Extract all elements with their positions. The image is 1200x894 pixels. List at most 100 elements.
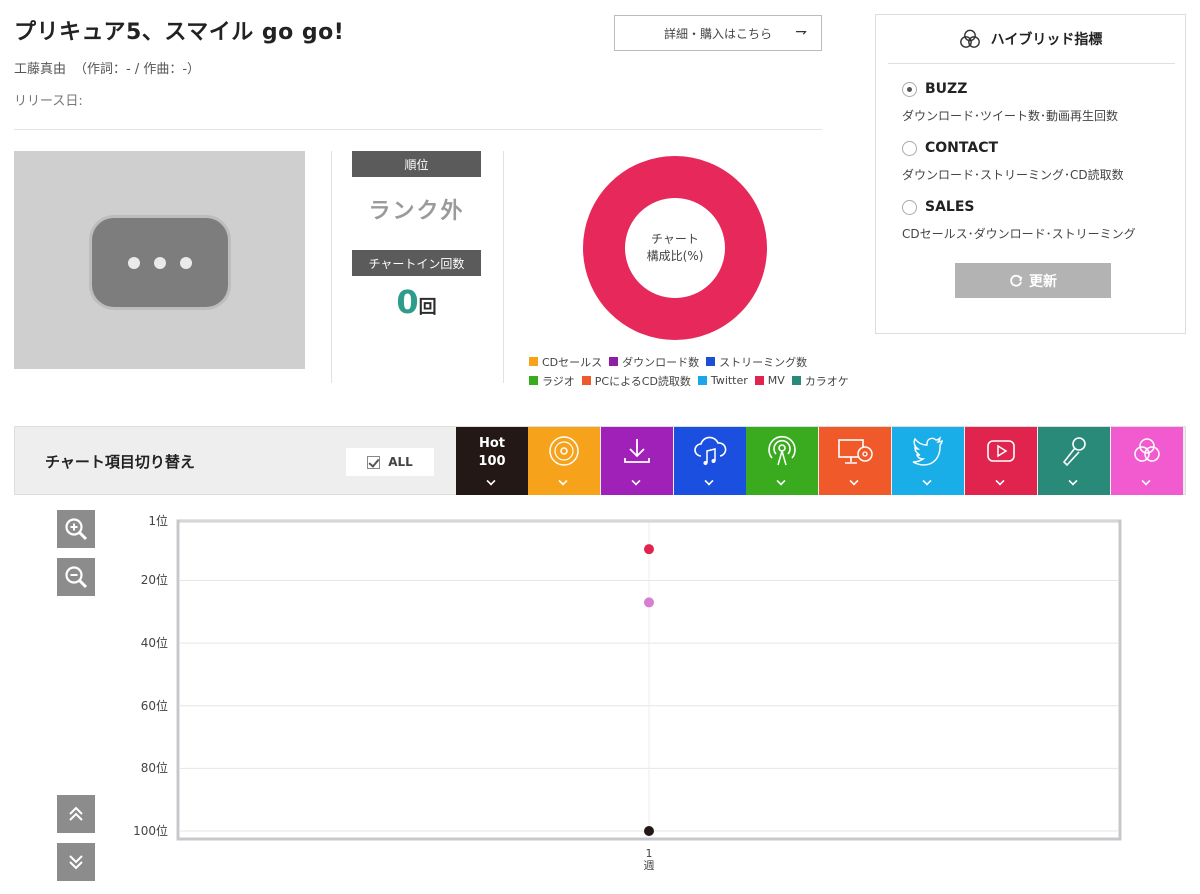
triple-circle-icon [1134,438,1160,462]
data-point[interactable] [644,826,654,836]
tab-twitter[interactable] [892,427,964,495]
radio-button[interactable] [902,199,917,215]
tab-hybrid[interactable] [1111,427,1183,495]
tab-pc-cd-read[interactable] [819,427,891,495]
rank-value: ランク外 [368,199,465,224]
chart-in-unit: 回 [418,297,437,318]
y-tick-label: 20位 [140,573,168,588]
legend-label: ダウンロード数 [622,355,700,369]
microphone-icon [1062,437,1086,467]
artist-line: 工藤真由 （作詞：- / 作曲：-） [14,58,200,77]
legend-item: ラジオ [529,373,575,389]
y-tick-label: 60位 [140,698,168,713]
tab-cd-sales[interactable] [528,427,600,495]
legend-row: CDセールス ダウンロード数 ストリーミング数 [529,352,849,371]
triple-circle-icon [959,29,980,48]
legend-item: カラオケ [791,373,849,389]
buy-button[interactable]: 詳細・購入はこちら ⇁ [614,15,822,51]
y-tick-label: 1位 [148,514,168,528]
legend-label: CDセールス [542,355,603,369]
buy-button-label: 詳細・購入はこちら [663,26,772,41]
radio-label-contact: CONTACT [925,140,999,156]
video-thumbnail[interactable] [14,151,305,369]
hot-line1: Hot [478,436,505,451]
legend-row: ラジオ PCによるCD読取数 Twitter MV カラオケ [529,371,849,390]
chevron-down-icon [558,476,568,486]
legend-swatch [697,376,707,385]
radio-button[interactable] [902,140,917,156]
legend-item: Twitter [697,374,748,387]
donut-center-text: チャート 構成比(%) [582,155,768,341]
legend-label: PCによるCD読取数 [594,374,691,388]
donut-center-line2: 構成比(%) [646,249,704,263]
twitter-bird-icon [912,436,943,466]
legend-swatch [706,357,716,366]
legend-swatch [791,376,801,385]
legend-item: ダウンロード数 [609,354,699,370]
tab-streaming[interactable] [674,427,746,495]
radio-desc-contact: ダウンロード･ストリーミング･CD読取数 [902,168,1124,182]
legend-item: PCによるCD読取数 [581,373,691,389]
data-point[interactable] [644,544,654,555]
cloud-music-icon [694,436,727,465]
legend-swatch [754,376,764,385]
tab-hot100[interactable]: Hot 100 [456,427,528,495]
refresh-icon [1010,274,1023,287]
refresh-label: 更新 [1029,273,1057,290]
legend-swatch [609,357,619,366]
y-tick-label: 100位 [133,824,168,838]
artist-name[interactable]: 工藤真由 [14,62,66,77]
chevron-down-icon [776,476,786,486]
play-video-icon [987,440,1015,462]
chevron-down-icon [704,476,714,486]
legend-label: ラジオ [542,374,575,388]
chevron-down-icon [1141,476,1151,486]
radio-button[interactable] [902,81,917,97]
radio-label-buzz: BUZZ [925,81,968,97]
rank-label: 順位 [352,151,481,177]
arrow-right-icon: ⇁ [795,24,807,40]
radio-sales[interactable]: SALES [902,199,975,215]
hybrid-header: ハイブリッド指標 [876,15,1185,63]
y-tick-label: 40位 [140,636,168,651]
legend-item: ストリーミング数 [706,354,807,370]
y-tick-label: 80位 [140,761,168,776]
donut-center-line1: チャート [651,232,699,246]
tab-karaoke[interactable] [1038,427,1110,495]
release-date: リリース日: [14,94,83,109]
radio-desc-sales: CDセールス･ダウンロード･ストリーミング [902,227,1136,241]
hot-line2: 100 [478,454,506,469]
data-point[interactable] [644,597,654,608]
cd-disc-icon [549,436,579,466]
hybrid-title: ハイブリッド指標 [990,32,1103,48]
legend-swatch [529,357,538,366]
radio-contact[interactable]: CONTACT [902,140,998,156]
chevron-down-icon [922,476,932,486]
radio-antenna-icon [768,435,796,466]
rank-history-chart: 1位 20位 40位 60位 80位 100位 1 週 [0,500,1200,894]
divider [888,63,1175,64]
chevron-down-icon [486,476,496,486]
radio-buzz[interactable]: BUZZ [902,81,967,97]
legend-swatch [529,376,538,385]
chart-in-number: 0 [396,283,419,321]
chart-in-count: 0回 [352,283,481,321]
legend-label: ストリーミング数 [719,355,808,369]
more-options-icon [92,218,228,307]
hot100-label: Hot 100 [478,435,505,471]
tab-radio[interactable] [746,427,818,495]
chevron-down-icon [631,476,641,486]
legend-swatch [581,376,591,385]
legend-item: MV [754,374,785,387]
all-label: ALL [388,455,413,469]
chart-in-label: チャートイン回数 [352,250,481,276]
legend-label: Twitter [710,374,748,387]
tab-download[interactable] [601,427,673,495]
legend-label: カラオケ [804,374,849,388]
all-checkbox[interactable]: ALL [346,448,434,476]
refresh-button[interactable]: 更新 [955,263,1111,298]
header-divider [14,129,822,130]
radio-desc-buzz: ダウンロード･ツイート数･動画再生回数 [902,109,1119,123]
tab-mv[interactable] [965,427,1037,495]
composition-legend: CDセールス ダウンロード数 ストリーミング数 ラジオ PCによるCD読取数 Twitt… [529,352,849,390]
